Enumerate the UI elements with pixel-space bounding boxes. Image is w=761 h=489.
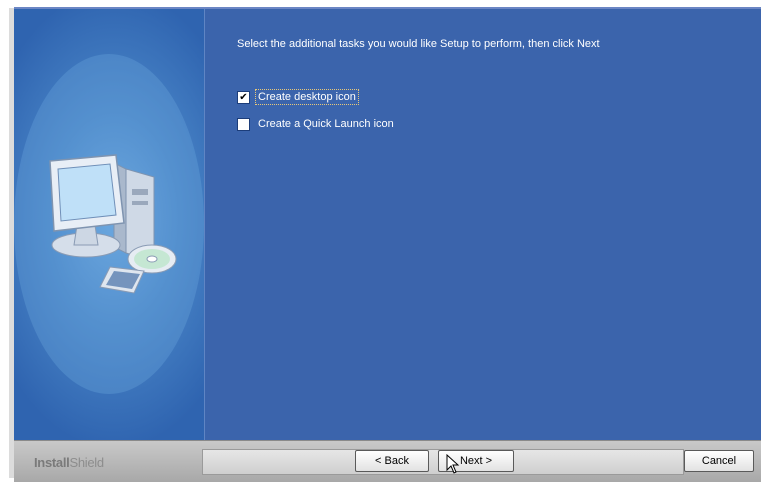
checkbox-checked-icon[interactable]: ✔ (237, 90, 250, 104)
option-create-desktop-icon[interactable]: ✔ Create desktop icon (237, 89, 359, 105)
brand-sub: Shield (69, 455, 104, 470)
checkbox-unchecked-icon[interactable] (237, 117, 250, 131)
cancel-button[interactable]: Cancel (684, 450, 754, 472)
back-button[interactable]: < Back (355, 450, 429, 472)
mouse-cursor-icon (446, 454, 460, 474)
main-panel: Select the additional tasks you would li… (205, 9, 761, 440)
option-create-quick-launch-icon[interactable]: Create a Quick Launch icon (237, 116, 396, 132)
computer-cd-illustration (14, 54, 204, 394)
option-label-desktop-icon[interactable]: Create desktop icon (255, 89, 359, 105)
installshield-logo: InstallShield (34, 455, 104, 470)
brand-main: Install (34, 455, 70, 470)
instruction-text: Select the additional tasks you would li… (237, 38, 600, 50)
side-panel (14, 9, 204, 440)
window-top-border (0, 0, 761, 9)
footer-bar: InstallShield < Back Next > Cancel (14, 440, 761, 482)
option-label-quick-launch[interactable]: Create a Quick Launch icon (256, 117, 396, 131)
